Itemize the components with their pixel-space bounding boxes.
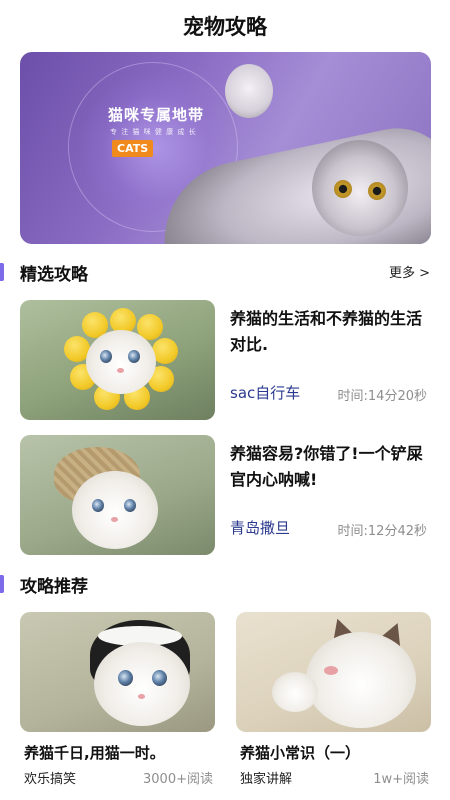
- hero-banner[interactable]: 猫咪专属地带 专 注 猫 咪 健 康 成 长 CATS: [20, 52, 431, 244]
- cat-paw-image: [272, 672, 318, 712]
- cat-face-image: [306, 632, 416, 728]
- card-title: 养猫小常识（一）: [240, 744, 361, 762]
- banner-cat-eye: [334, 180, 352, 198]
- cat-eye: [118, 670, 133, 686]
- card-read-count: 1w+阅读: [373, 772, 429, 787]
- featured-section-header: 精选攻略 更多 >: [0, 259, 450, 285]
- cat-face-image: [86, 330, 156, 394]
- banner-subtext: 专 注 猫 咪 健 康 成 长: [110, 128, 197, 136]
- cat-nose: [111, 517, 118, 522]
- banner-cats-tag: CATS: [112, 140, 154, 157]
- recommend-card[interactable]: 养猫小常识（一） 独家讲解 1w+阅读: [236, 612, 431, 800]
- banner-headline: 猫咪专属地带: [108, 106, 205, 124]
- card-title: 养猫千日,用猫一时。: [24, 744, 165, 762]
- article-author[interactable]: sac自行车: [230, 382, 300, 403]
- banner-cat-eye: [368, 182, 386, 200]
- recommend-card[interactable]: 养猫千日,用猫一时。 欢乐搞笑 3000+阅读: [20, 612, 215, 800]
- card-thumbnail: [236, 612, 431, 732]
- article-headline: 养猫的生活和不养猫的生活对比.: [230, 309, 423, 354]
- article-duration: 时间:12分42秒: [337, 524, 427, 539]
- article-thumbnail: [20, 435, 215, 555]
- recommend-section-header: 攻略推荐: [0, 571, 450, 597]
- recommend-section-title: 攻略推荐: [20, 577, 88, 597]
- article-duration: 时间:14分20秒: [337, 389, 427, 404]
- cat-eye: [124, 499, 136, 512]
- cat-eye: [100, 350, 112, 363]
- article-item[interactable]: 养猫容易?你错了!一个铲屎官内心呐喊! 青岛撒旦 时间:12分42秒: [20, 435, 431, 555]
- card-read-count: 3000+阅读: [143, 772, 213, 787]
- cat-nose: [117, 368, 124, 373]
- cat-eye: [92, 499, 104, 512]
- cat-tongue: [324, 666, 338, 675]
- cat-eye: [152, 670, 167, 686]
- cat-nose: [138, 694, 145, 699]
- cat-eye: [128, 350, 140, 363]
- article-author[interactable]: 青岛撒旦: [230, 517, 290, 538]
- card-thumbnail: [20, 612, 215, 732]
- card-category: 欢乐搞笑: [24, 772, 77, 787]
- cat-face-image: [72, 471, 158, 549]
- page-title: 宠物攻略: [183, 15, 267, 39]
- article-headline: 养猫容易?你错了!一个铲屎官内心呐喊!: [230, 444, 423, 489]
- more-link[interactable]: 更多 >: [389, 262, 430, 281]
- section-accent-bar: [0, 263, 4, 281]
- banner-cat-paw-image: [225, 64, 273, 118]
- banner-cat-head-image: [312, 140, 408, 236]
- cat-face-image: [94, 642, 190, 726]
- featured-section-title: 精选攻略: [20, 265, 88, 285]
- article-thumbnail: [20, 300, 215, 420]
- section-accent-bar: [0, 575, 4, 593]
- article-item[interactable]: 养猫的生活和不养猫的生活对比. sac自行车 时间:14分20秒: [20, 300, 431, 420]
- card-category: 独家讲解: [240, 772, 293, 787]
